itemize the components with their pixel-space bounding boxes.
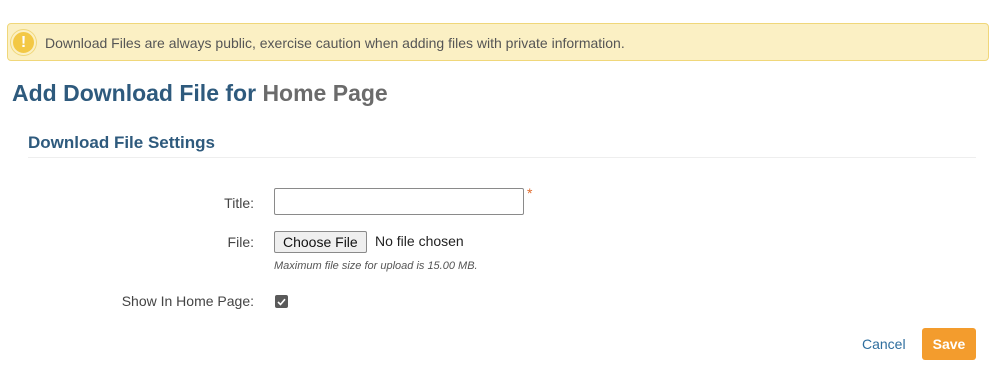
file-label: File: [227, 234, 254, 250]
page-title-prefix: Add Download File for [12, 80, 257, 106]
page-title: Add Download File for Home Page [12, 80, 388, 107]
warning-alert: ! Download Files are always public, exer… [7, 23, 989, 61]
page-title-target: Home Page [262, 80, 388, 106]
choose-file-button[interactable]: Choose File [274, 231, 367, 253]
title-label: Title: [224, 195, 254, 211]
no-file-chosen-text: No file chosen [375, 233, 464, 249]
save-button[interactable]: Save [922, 328, 976, 360]
show-in-home-page-checkbox[interactable] [275, 295, 288, 308]
file-size-help: Maximum file size for upload is 15.00 MB… [274, 260, 478, 272]
checkmark-icon [277, 298, 286, 306]
section-divider [28, 157, 976, 158]
show-in-home-page-label: Show In Home Page: [121, 293, 254, 309]
section-title: Download File Settings [28, 133, 216, 152]
title-input[interactable] [274, 188, 524, 215]
exclamation-icon: ! [11, 30, 36, 55]
cancel-button[interactable]: Cancel [862, 336, 906, 352]
required-marker: * [527, 185, 533, 201]
alert-text: Download Files are always public, exerci… [45, 35, 625, 51]
